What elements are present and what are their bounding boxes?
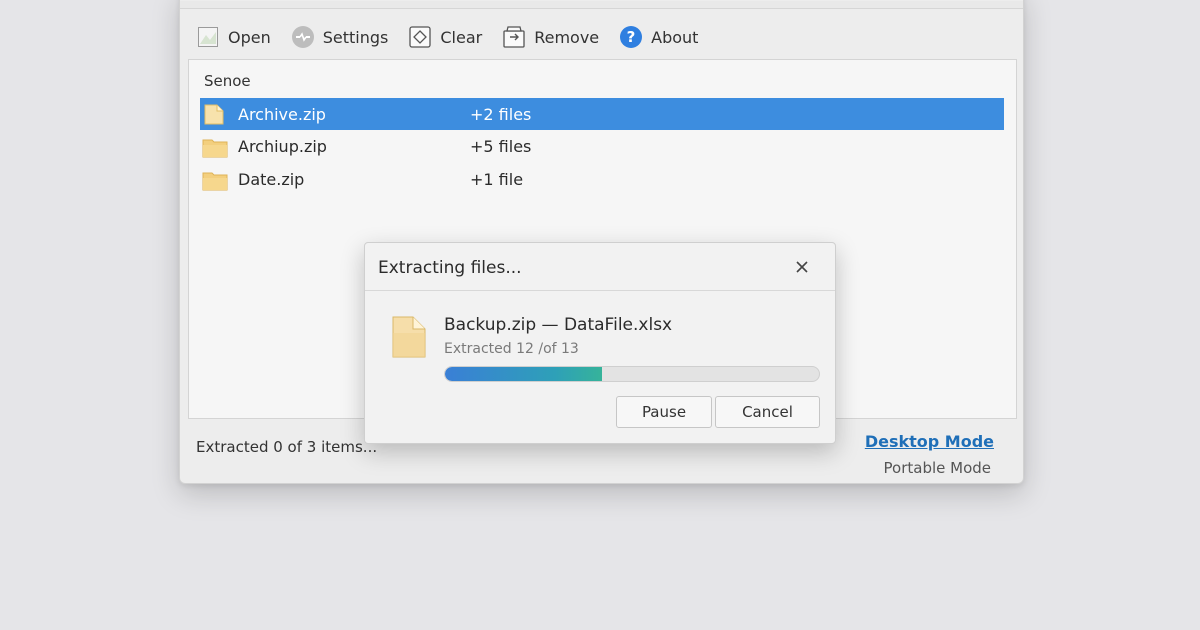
portable-mode-option[interactable]: Portable Mode (884, 459, 991, 477)
about-label: About (651, 27, 699, 47)
settings-button[interactable]: Settings (291, 22, 389, 52)
dialog-title: Extracting files... (378, 258, 522, 278)
close-icon[interactable] (793, 258, 811, 276)
file-count: +2 files (470, 104, 532, 124)
window-top-edge (180, 1, 1023, 9)
about-icon: ? (619, 25, 643, 49)
list-item[interactable]: Date.zip +1 file (200, 163, 1004, 196)
settings-icon (291, 25, 315, 49)
file-icon (389, 315, 429, 359)
list-item[interactable]: Archive.zip +2 files (200, 98, 1004, 130)
clear-button[interactable]: Clear (408, 22, 482, 52)
progress-bar (444, 366, 820, 382)
settings-label: Settings (322, 27, 389, 47)
file-count: +5 files (470, 137, 532, 156)
toolbar: Open Settings Clear Remove ? About (196, 21, 718, 53)
folder-icon (202, 168, 230, 192)
svg-text:?: ? (627, 28, 636, 46)
file-name: Archive.zip (238, 104, 326, 124)
remove-label: Remove (534, 27, 600, 47)
open-icon (196, 25, 220, 49)
file-name: Date.zip (238, 170, 305, 189)
file-count: +1 file (470, 170, 524, 189)
remove-button[interactable]: Remove (502, 22, 599, 52)
file-icon (202, 102, 230, 126)
extract-dialog: Extracting files... Backup.zip — DataFil… (364, 242, 836, 444)
file-list: Archive.zip +2 files Archiup.zip +5 file… (200, 98, 1004, 196)
extracting-file-name: Backup.zip — DataFile.xlsx (444, 315, 673, 335)
open-button[interactable]: Open (196, 22, 271, 52)
remove-icon (502, 25, 526, 49)
open-label: Open (228, 27, 271, 47)
file-name: Archiup.zip (238, 137, 327, 156)
clear-icon (408, 25, 432, 49)
clear-label: Clear (440, 27, 483, 47)
status-text: Extracted 0 of 3 items... (196, 438, 378, 456)
list-header: Senoe (204, 72, 251, 90)
dialog-titlebar: Extracting files... (365, 243, 835, 291)
progress-text: Extracted 12 /of 13 (444, 341, 579, 357)
folder-icon (202, 135, 230, 159)
list-item[interactable]: Archiup.zip +5 files (200, 130, 1004, 163)
pause-button[interactable]: Pause (616, 396, 712, 428)
progress-fill (445, 367, 603, 381)
desktop-mode-link[interactable]: Desktop Mode (865, 432, 994, 451)
cancel-button[interactable]: Cancel (715, 396, 820, 428)
about-button[interactable]: ? About (619, 22, 698, 52)
